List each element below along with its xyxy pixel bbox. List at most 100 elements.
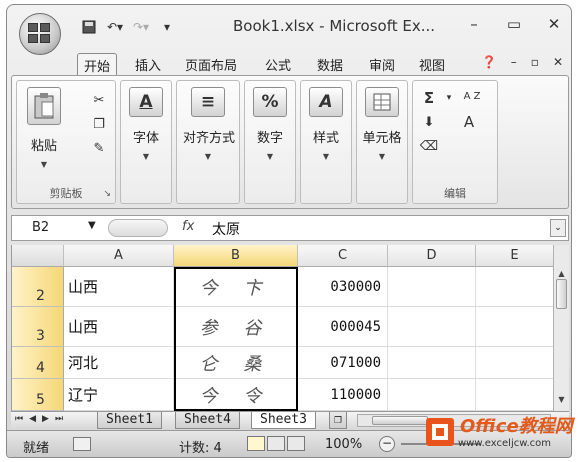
cell-b3[interactable]: 参 谷 bbox=[174, 307, 298, 347]
cell-c5[interactable]: 110000 bbox=[298, 379, 388, 411]
normal-view-icon[interactable] bbox=[247, 436, 265, 451]
cell-b2[interactable]: 今 卞 bbox=[174, 267, 298, 307]
prev-sheet-icon[interactable]: ◀ bbox=[29, 414, 36, 424]
customize-icon[interactable]: ▾ bbox=[159, 19, 175, 35]
cell-c2[interactable]: 030000 bbox=[298, 267, 388, 307]
name-box[interactable]: B2 bbox=[14, 218, 94, 238]
ribbon: 粘贴 ▼ ✂ ❐ ✎ 剪贴板 ↘ A 字体 ▼ ≡ 对齐方式 ▼ % 数字 ▼ … bbox=[11, 75, 569, 209]
formula-content[interactable]: 太原 bbox=[212, 219, 240, 239]
title-bar: ↶▾ ↷▾ ▾ Book1.xlsx - Microsoft Ex... – ▭… bbox=[7, 5, 571, 55]
undo-icon[interactable]: ↶▾ bbox=[107, 19, 123, 35]
autosum-icon[interactable]: Σ bbox=[419, 89, 439, 107]
cell-d4[interactable] bbox=[388, 347, 476, 379]
macro-record-icon[interactable] bbox=[73, 437, 91, 451]
sheet-tab-sheet4[interactable]: Sheet4 bbox=[175, 412, 240, 429]
ribbon-close-icon[interactable]: ✕ bbox=[553, 55, 563, 69]
tab-insert[interactable]: 插入 bbox=[129, 53, 167, 75]
expand-formula-bar-icon[interactable]: ⌄ bbox=[550, 219, 566, 237]
fill-icon[interactable]: ⬇ bbox=[419, 113, 439, 131]
cell-e4[interactable] bbox=[476, 347, 554, 379]
status-count: 计数: 4 bbox=[179, 441, 222, 456]
cell-e2[interactable] bbox=[476, 267, 554, 307]
cell-a5[interactable]: 辽宁 bbox=[64, 379, 174, 411]
page-layout-view-icon[interactable] bbox=[267, 436, 285, 451]
cell-a3[interactable]: 山西 bbox=[64, 307, 174, 347]
cell-d3[interactable] bbox=[388, 307, 476, 347]
clipboard-launcher-icon[interactable]: ↘ bbox=[103, 189, 111, 199]
find-select-icon[interactable]: A bbox=[459, 113, 479, 131]
ribbon-restore-icon[interactable]: ▫ bbox=[531, 55, 539, 69]
number-button[interactable]: % 数字 ▼ bbox=[245, 87, 295, 179]
office-button[interactable] bbox=[19, 13, 61, 55]
select-all-corner[interactable] bbox=[12, 245, 64, 267]
vertical-scrollbar[interactable]: ▲ ▼ bbox=[553, 245, 569, 411]
column-header-d[interactable]: D bbox=[388, 245, 476, 267]
column-header-a[interactable]: A bbox=[64, 245, 174, 267]
paste-button[interactable]: 粘贴 ▼ bbox=[19, 87, 69, 179]
editing-group-label: 编辑 bbox=[444, 187, 466, 200]
sheet-tab-sheet1[interactable]: Sheet1 bbox=[97, 412, 162, 429]
column-header-b[interactable]: B bbox=[174, 245, 298, 267]
cell-b5[interactable]: 今 令 bbox=[174, 379, 298, 411]
vertical-scroll-thumb[interactable] bbox=[556, 279, 567, 309]
save-icon[interactable] bbox=[81, 19, 97, 35]
formula-bar-handle[interactable] bbox=[108, 219, 168, 237]
styles-button[interactable]: A 样式 ▼ bbox=[301, 87, 351, 179]
tab-home[interactable]: 开始 bbox=[77, 53, 118, 75]
next-sheet-icon[interactable]: ▶ bbox=[42, 414, 49, 424]
redo-icon[interactable]: ↷▾ bbox=[133, 19, 149, 35]
minimize-icon[interactable]: – bbox=[465, 15, 483, 33]
font-button[interactable]: A 字体 ▼ bbox=[121, 87, 171, 179]
tab-page-layout[interactable]: 页面布局 bbox=[179, 53, 243, 75]
paste-dropdown-icon[interactable]: ▼ bbox=[19, 160, 69, 169]
maximize-icon[interactable]: ▭ bbox=[505, 15, 523, 33]
row-header[interactable]: 3 bbox=[12, 307, 64, 347]
row-header[interactable]: 2 bbox=[12, 267, 64, 307]
cell-a2[interactable]: 山西 bbox=[64, 267, 174, 307]
insert-sheet-icon[interactable]: ❐ bbox=[329, 412, 347, 429]
column-header-c[interactable]: C bbox=[298, 245, 388, 267]
zoom-level[interactable]: 100% bbox=[325, 437, 362, 452]
last-sheet-icon[interactable]: ⏭ bbox=[55, 414, 63, 424]
autosum-dropdown-icon[interactable]: ▾ bbox=[439, 89, 459, 107]
cell-e5[interactable] bbox=[476, 379, 554, 411]
insert-function-icon[interactable]: fx bbox=[182, 219, 194, 234]
alignment-icon: ≡ bbox=[191, 87, 225, 117]
zoom-out-icon[interactable]: − bbox=[379, 436, 395, 452]
horizontal-scroll-thumb[interactable] bbox=[372, 416, 428, 425]
number-dropdown-icon: ▼ bbox=[266, 152, 274, 161]
clear-icon[interactable]: ⌫ bbox=[419, 137, 439, 155]
cell-a4[interactable]: 河北 bbox=[64, 347, 174, 379]
tab-formulas[interactable]: 公式 bbox=[259, 53, 297, 75]
ribbon-minimize-icon[interactable]: – bbox=[511, 55, 517, 69]
alignment-label: 对齐方式 bbox=[183, 131, 236, 146]
format-painter-icon[interactable]: ✎ bbox=[89, 139, 109, 157]
sheet-tab-sheet3[interactable]: Sheet3 bbox=[251, 412, 316, 429]
tab-data[interactable]: 数据 bbox=[311, 53, 349, 75]
cell-d2[interactable] bbox=[388, 267, 476, 307]
name-box-dropdown-icon[interactable]: ▼ bbox=[88, 220, 96, 231]
cell-c4[interactable]: 071000 bbox=[298, 347, 388, 379]
tab-review[interactable]: 审阅 bbox=[363, 53, 401, 75]
cell-e3[interactable] bbox=[476, 307, 554, 347]
alignment-button[interactable]: ≡ 对齐方式 ▼ bbox=[183, 87, 236, 179]
cell-b4[interactable]: 仑 桑 bbox=[174, 347, 298, 379]
cut-icon[interactable]: ✂ bbox=[89, 91, 109, 109]
copy-icon[interactable]: ❐ bbox=[89, 115, 109, 133]
cells-button[interactable]: 单元格 ▼ bbox=[357, 87, 407, 179]
row-header[interactable]: 4 bbox=[12, 347, 64, 379]
cell-d5[interactable] bbox=[388, 379, 476, 411]
column-header-e[interactable]: E bbox=[476, 245, 554, 267]
first-sheet-icon[interactable]: ⏮ bbox=[15, 414, 23, 424]
tab-view[interactable]: 视图 bbox=[413, 53, 451, 75]
sort-filter-icon[interactable]: A Z bbox=[457, 87, 487, 105]
help-icon[interactable]: ❓ bbox=[482, 55, 497, 69]
scroll-down-icon[interactable]: ▼ bbox=[556, 395, 567, 406]
cell-c3[interactable]: 000045 bbox=[298, 307, 388, 347]
office-logo-icon bbox=[28, 23, 52, 45]
row-header[interactable]: 5 bbox=[12, 379, 64, 411]
page-break-view-icon[interactable] bbox=[287, 436, 305, 451]
ribbon-tabs: 开始 插入 页面布局 公式 数据 审阅 视图 ❓ – ▫ ✕ bbox=[7, 49, 571, 75]
office-tutorial-logo-icon bbox=[426, 418, 454, 446]
close-icon[interactable]: ✕ bbox=[545, 15, 563, 33]
